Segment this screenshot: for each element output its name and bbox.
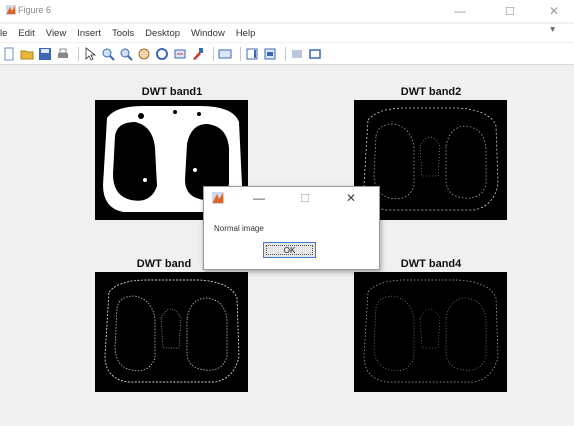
pan-icon[interactable] (137, 47, 151, 61)
dialog-close-button[interactable]: ✕ (336, 189, 366, 207)
band3-edge-image (95, 272, 248, 392)
brush-icon[interactable] (191, 47, 205, 61)
menu-view[interactable]: View (46, 28, 66, 39)
menu-edit[interactable]: Edit (18, 28, 34, 39)
rotate-3d-icon[interactable] (155, 47, 169, 61)
menu-insert[interactable]: Insert (77, 28, 101, 39)
band4-image (354, 272, 507, 392)
dialog-minimize-button[interactable]: — (244, 189, 274, 207)
zoom-in-icon[interactable] (101, 47, 115, 61)
link-plot-icon[interactable] (218, 47, 232, 61)
maximize-button[interactable]: ☐ (490, 2, 530, 20)
open-file-icon[interactable] (20, 47, 34, 61)
menu-tools[interactable]: Tools (112, 28, 134, 39)
save-icon[interactable] (38, 47, 52, 61)
menu-help[interactable]: Help (236, 28, 256, 39)
dialog-message: Normal image (214, 224, 264, 233)
new-figure-icon[interactable] (2, 47, 16, 61)
hide-plot-tools-icon[interactable] (290, 47, 304, 61)
band2-title: DWT band2 (400, 86, 462, 98)
zoom-out-icon[interactable] (119, 47, 133, 61)
colorbar-icon[interactable] (245, 47, 259, 61)
figure-window: Figure 6 — ☐ ✕ le Edit View Insert Tools… (0, 0, 574, 426)
toolbar-separator (285, 46, 286, 61)
ok-button[interactable]: OK (263, 242, 316, 258)
menu-overflow-icon[interactable]: ▾ (550, 24, 555, 35)
matlab-logo-icon (6, 5, 16, 15)
menu-bar: le Edit View Insert Tools Desktop Window… (0, 24, 574, 42)
close-button[interactable]: ✕ (534, 2, 574, 20)
matlab-logo-icon (212, 192, 224, 204)
window-title: Figure 6 (18, 5, 52, 15)
band1-title: DWT band1 (141, 86, 203, 98)
dialog-title-bar: — ☐ ✕ (204, 187, 379, 209)
minimize-button[interactable]: — (440, 2, 480, 20)
menu-file[interactable]: le (0, 28, 7, 39)
show-plot-tools-icon[interactable] (308, 47, 322, 61)
legend-icon[interactable] (263, 47, 277, 61)
toolbar-separator (213, 46, 214, 61)
toolbar-separator (78, 46, 79, 61)
print-icon[interactable] (56, 47, 70, 61)
data-cursor-icon[interactable] (173, 47, 187, 61)
figure-toolbar (0, 43, 574, 65)
title-bar: Figure 6 — ☐ ✕ (0, 0, 574, 22)
menu-window[interactable]: Window (191, 28, 225, 39)
message-dialog: — ☐ ✕ Normal image OK (203, 186, 380, 270)
menu-desktop[interactable]: Desktop (145, 28, 180, 39)
toolbar-separator (240, 46, 241, 61)
pointer-icon[interactable] (83, 46, 97, 61)
dialog-maximize-button[interactable]: ☐ (290, 189, 320, 207)
band4-edge-image (354, 272, 507, 392)
band3-image (95, 272, 248, 392)
